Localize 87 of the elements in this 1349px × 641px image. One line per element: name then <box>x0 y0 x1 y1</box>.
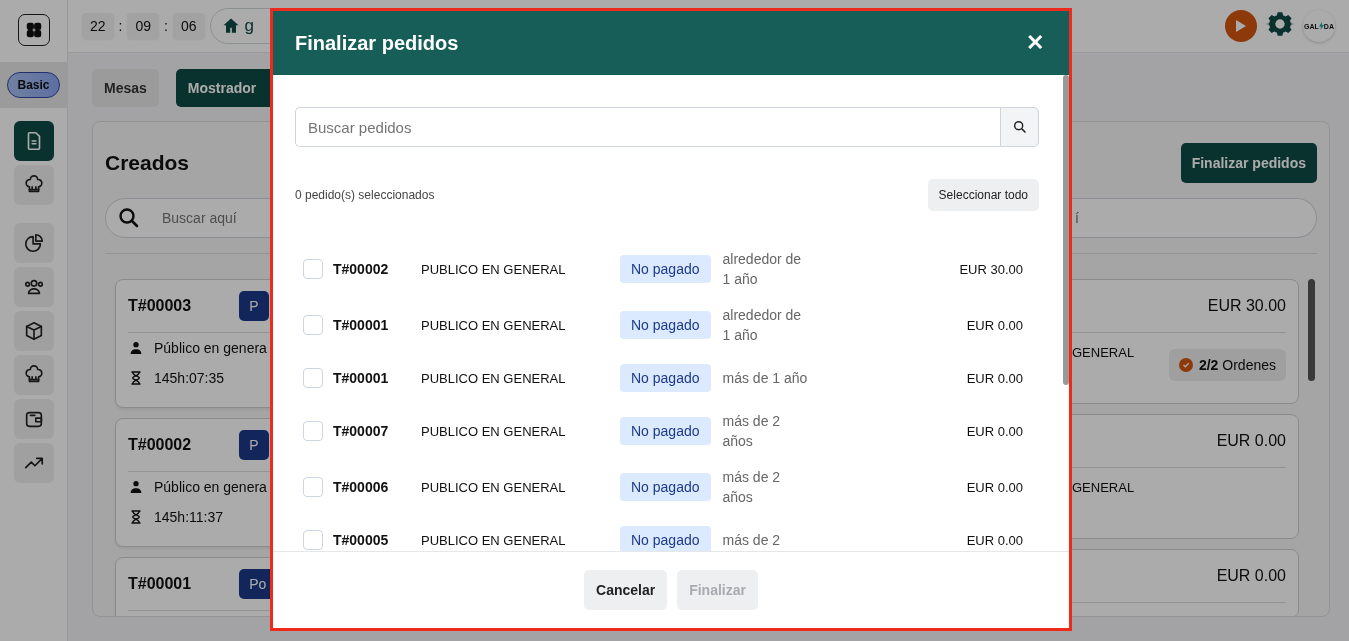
order-age: más de 2 <box>722 531 782 550</box>
customer-name: Público en genera <box>154 340 267 356</box>
status-badge: P <box>239 430 269 460</box>
elapsed-time: 145h:07:35 <box>154 370 225 386</box>
select-all-button[interactable]: Seleccionar todo <box>927 179 1039 211</box>
order-amount: EUR 30.00 <box>1207 297 1286 315</box>
orders-count-badge: 2/2 Ordenes <box>1168 349 1286 381</box>
sidebar-item[interactable] <box>13 267 54 307</box>
sidebar-item[interactable] <box>13 399 54 439</box>
sidebar-item[interactable] <box>13 223 54 263</box>
clock-hours: 22 <box>82 13 114 39</box>
search-icon <box>1011 119 1028 135</box>
customer-name: PUBLICO EN GENERAL <box>421 479 567 495</box>
hourglass-icon <box>128 370 144 386</box>
checkbox[interactable] <box>303 421 323 441</box>
order-id: T#00001 <box>128 575 192 593</box>
checkbox[interactable] <box>303 259 323 279</box>
status-badge: No pagado <box>620 417 711 445</box>
sidebar-item[interactable] <box>13 443 54 483</box>
status-badge: No pagado <box>620 255 711 283</box>
customer-name: PUBLICO EN GENERAL <box>421 532 567 548</box>
tab[interactable]: Mesas <box>92 69 159 107</box>
checkbox[interactable] <box>303 530 323 550</box>
elapsed-time: 145h:11:37 <box>154 509 224 525</box>
order-amount: EUR 0.00 <box>965 423 1023 439</box>
status-badge: No pagado <box>620 473 711 501</box>
clock-minutes: 09 <box>127 13 160 39</box>
order-id: T#00003 <box>128 297 192 315</box>
column-title: Creados <box>105 151 190 175</box>
pie-chart-icon <box>22 232 45 254</box>
order-amount: EUR 0.00 <box>1216 567 1286 585</box>
search-field[interactable]: Buscar pedidos <box>295 107 1000 147</box>
customer-name: PUBLICO EN GENERAL <box>421 423 567 439</box>
checkbox[interactable] <box>303 368 323 388</box>
order-age: más de 1 año <box>722 369 809 388</box>
sidebar-item[interactable] <box>13 165 54 205</box>
hourglass-icon <box>128 509 144 525</box>
order-age: más de 2 años <box>722 412 782 451</box>
selection-count: 0 pedido(s) seleccionados <box>295 188 435 202</box>
clock-separator: : <box>117 18 124 34</box>
status-badge: No pagado <box>620 311 711 339</box>
person-icon <box>128 479 144 495</box>
order-amount: EUR 0.00 <box>965 317 1023 333</box>
customer-name: GENERAL <box>1072 480 1135 495</box>
order-id: T#00001 <box>333 317 390 333</box>
scrollbar-thumb[interactable] <box>1308 279 1315 381</box>
status-badge: No pagado <box>620 526 711 551</box>
order-amount: EUR 0.00 <box>1216 432 1286 450</box>
customer-name: PUBLICO EN GENERAL <box>421 261 567 277</box>
order-age: alrededor de 1 año <box>722 250 803 289</box>
checkbox[interactable] <box>303 315 323 335</box>
order-amount: EUR 0.00 <box>965 370 1023 386</box>
settings-icon <box>1266 10 1294 38</box>
play-icon <box>1235 19 1247 33</box>
sidebar-item[interactable] <box>13 121 54 161</box>
order-age: alrededor de 1 año <box>722 306 803 345</box>
order-age: más de 2 años <box>722 468 782 507</box>
order-id: T#00007 <box>333 423 390 439</box>
order-id: T#00002 <box>333 261 390 277</box>
search-button[interactable] <box>1000 107 1039 147</box>
customer-name: GENERAL <box>1072 345 1135 360</box>
order-id: T#00002 <box>128 436 192 454</box>
order-id: T#00006 <box>333 479 390 495</box>
sidebar-item[interactable] <box>13 311 54 351</box>
person-icon <box>128 340 144 356</box>
order-amount: EUR 30.00 <box>958 261 1023 277</box>
customer-name: Público en genera <box>154 479 267 495</box>
play-button[interactable] <box>1225 10 1257 42</box>
customer-name: PUBLICO EN GENERAL <box>421 317 567 333</box>
close-button[interactable]: ✕ <box>1026 30 1044 56</box>
status-badge: P <box>239 291 269 321</box>
status-badge: No pagado <box>620 364 711 392</box>
plan-badge: Basic <box>7 72 60 98</box>
apps-button[interactable] <box>17 14 50 46</box>
order-id: T#00005 <box>333 532 390 548</box>
checkbox[interactable] <box>303 477 323 497</box>
search-icon <box>117 206 141 230</box>
order-amount: EUR 0.00 <box>965 479 1023 495</box>
clock-separator: : <box>163 18 169 34</box>
clock-seconds: 06 <box>172 13 205 39</box>
order-amount: EUR 0.00 <box>965 532 1023 548</box>
dialog-button[interactable]: Cancelar <box>584 570 668 610</box>
customer-name: PUBLICO EN GENERAL <box>421 370 567 386</box>
order-id: T#00001 <box>333 370 390 386</box>
scrollbar-thumb[interactable] <box>1063 75 1069 385</box>
sidebar-item[interactable] <box>13 355 54 395</box>
finalize-orders-button[interactable]: Finalizar pedidos <box>1180 143 1317 183</box>
